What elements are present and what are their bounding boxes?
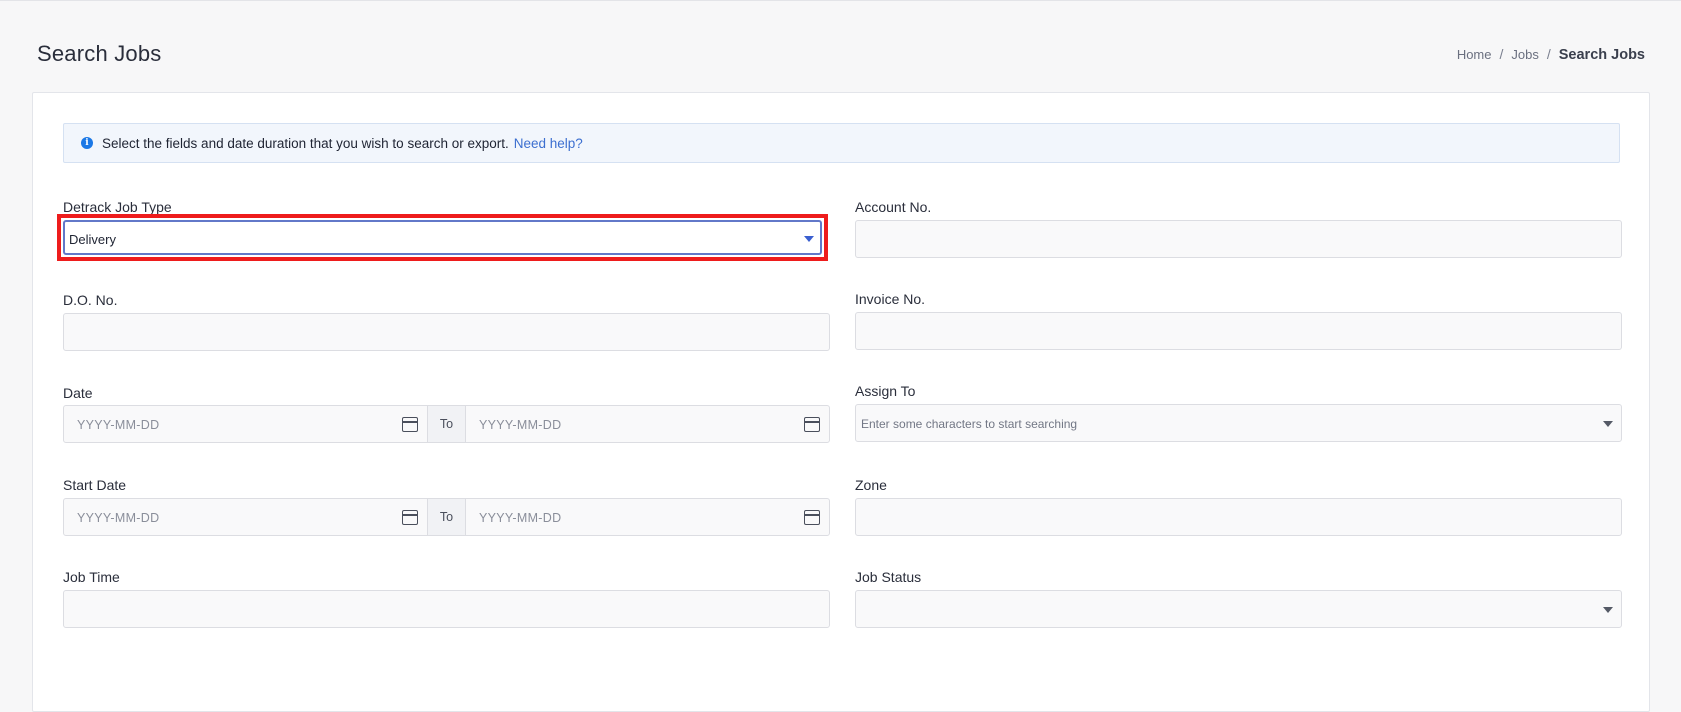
calendar-icon[interactable] [804,417,820,432]
search-form-card: i Select the fields and date duration th… [32,92,1650,712]
calendar-icon[interactable] [402,417,418,432]
breadcrumb: Home / Jobs / Search Jobs [1457,46,1645,63]
chevron-down-icon [1603,421,1613,427]
zone-input[interactable] [855,498,1622,536]
do-no-input[interactable] [63,313,830,351]
invoice-no-input[interactable] [855,312,1622,350]
start-date-to-label: To [427,499,466,535]
breadcrumb-home[interactable]: Home [1457,47,1492,62]
do-no-label: D.O. No. [63,292,118,308]
start-date-from-input[interactable]: YYYY-MM-DD [64,499,427,535]
job-time-label: Job Time [63,569,120,585]
date-label: Date [63,385,93,401]
job-status-label: Job Status [855,569,922,585]
breadcrumb-separator: / [1499,46,1504,62]
info-icon: i [81,137,93,149]
assign-to-label: Assign To [855,383,916,399]
breadcrumb-current: Search Jobs [1558,47,1645,63]
info-alert: i Select the fields and date duration th… [63,123,1620,163]
job-type-value: Delivery [69,232,116,247]
calendar-icon[interactable] [402,510,418,525]
job-type-select[interactable]: Delivery [63,220,822,255]
breadcrumb-jobs[interactable]: Jobs [1511,47,1538,62]
page-title: Search Jobs [37,41,162,66]
calendar-icon[interactable] [804,510,820,525]
date-from-input[interactable]: YYYY-MM-DD [64,406,427,442]
zone-label: Zone [855,477,887,493]
alert-message: Select the fields and date duration that… [102,135,509,151]
chevron-down-icon [804,236,814,242]
account-no-input[interactable] [855,220,1622,258]
job-time-input[interactable] [63,590,830,628]
chevron-down-icon [1603,607,1613,613]
date-to-input[interactable]: YYYY-MM-DD [466,406,829,442]
date-to-label: To [427,406,466,442]
start-date-to-input[interactable]: YYYY-MM-DD [466,499,829,535]
date-from-placeholder: YYYY-MM-DD [77,418,160,432]
assign-to-select[interactable]: Enter some characters to start searching [855,404,1622,442]
start-date-to-placeholder: YYYY-MM-DD [479,511,562,525]
start-date-label: Start Date [63,477,127,493]
date-to-placeholder: YYYY-MM-DD [479,418,562,432]
start-date-range: YYYY-MM-DD To YYYY-MM-DD [63,498,830,536]
breadcrumb-separator: / [1546,46,1551,62]
assign-to-placeholder: Enter some characters to start searching [861,417,1078,431]
invoice-no-label: Invoice No. [855,291,926,307]
start-date-from-placeholder: YYYY-MM-DD [77,511,160,525]
job-status-select[interactable] [855,590,1622,628]
search-jobs-page: Search Jobs Home / Jobs / Search Jobs i … [0,0,1681,712]
date-range: YYYY-MM-DD To YYYY-MM-DD [63,405,830,443]
account-no-label: Account No. [855,199,932,215]
job-type-label: Detrack Job Type [63,199,172,215]
need-help-link[interactable]: Need help? [514,136,583,151]
page-header: Search Jobs Home / Jobs / Search Jobs [0,1,1681,92]
